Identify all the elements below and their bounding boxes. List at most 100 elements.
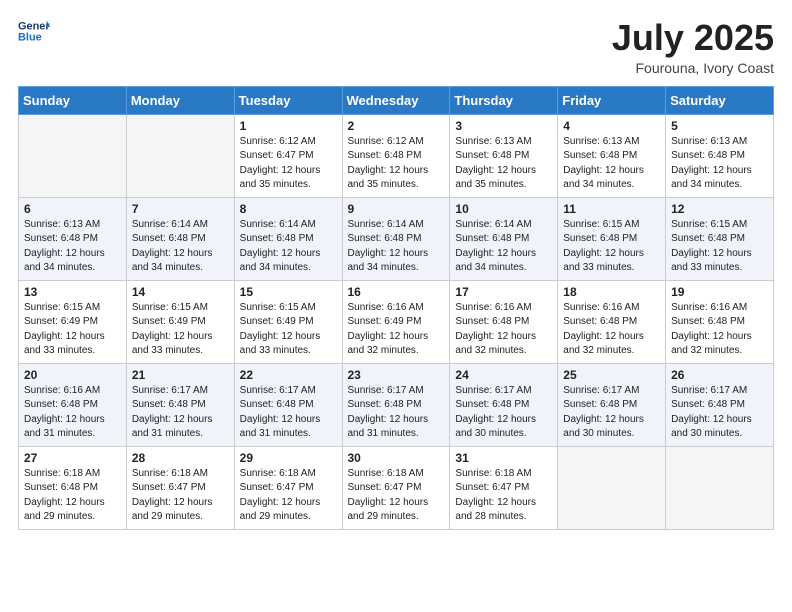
day-info: Sunrise: 6:14 AM Sunset: 6:48 PM Dayligh…: [348, 218, 445, 276]
day-number: 12: [671, 202, 768, 216]
day-info: Sunrise: 6:16 AM Sunset: 6:49 PM Dayligh…: [348, 301, 445, 359]
day-info: Sunrise: 6:14 AM Sunset: 6:48 PM Dayligh…: [240, 218, 337, 276]
day-number: 11: [563, 202, 660, 216]
day-number: 29: [240, 451, 337, 465]
day-info: Sunrise: 6:18 AM Sunset: 6:47 PM Dayligh…: [240, 467, 337, 525]
day-number: 15: [240, 285, 337, 299]
day-info: Sunrise: 6:16 AM Sunset: 6:48 PM Dayligh…: [24, 384, 121, 442]
day-info: Sunrise: 6:15 AM Sunset: 6:49 PM Dayligh…: [132, 301, 229, 359]
day-info: Sunrise: 6:15 AM Sunset: 6:49 PM Dayligh…: [240, 301, 337, 359]
day-info: Sunrise: 6:17 AM Sunset: 6:48 PM Dayligh…: [671, 384, 768, 442]
calendar-cell: 12Sunrise: 6:15 AM Sunset: 6:48 PM Dayli…: [666, 197, 774, 280]
day-number: 3: [455, 119, 552, 133]
day-info: Sunrise: 6:16 AM Sunset: 6:48 PM Dayligh…: [671, 301, 768, 359]
calendar-cell: 15 Sunrise: 6:15 AM Sunset: 6:49 PM Dayli…: [234, 280, 342, 363]
day-number: 18: [563, 285, 660, 299]
calendar-cell: 17 Sunrise: 6:16 AM Sunset: 6:48 PM Dayli…: [450, 280, 558, 363]
weekday-header-tuesday: Tuesday: [234, 86, 342, 114]
day-info: Sunrise: 6:14 AM Sunset: 6:48 PM Dayligh…: [455, 218, 552, 276]
day-number: 8: [240, 202, 337, 216]
day-number: 14: [132, 285, 229, 299]
calendar-cell: [126, 114, 234, 197]
day-number: 30: [348, 451, 445, 465]
day-number: 10: [455, 202, 552, 216]
day-number: 28: [132, 451, 229, 465]
calendar-cell: 6 Sunrise: 6:13 AM Sunset: 6:48 PM Daylig…: [19, 197, 127, 280]
day-number: 19: [671, 285, 768, 299]
logo-icon: General Blue: [18, 18, 50, 46]
calendar-cell: 8 Sunrise: 6:14 AM Sunset: 6:48 PM Daylig…: [234, 197, 342, 280]
location: Fourouna, Ivory Coast: [612, 60, 774, 76]
calendar-cell: 31 Sunrise: 6:18 AM Sunset: 6:47 PM Dayli…: [450, 446, 558, 529]
svg-text:Blue: Blue: [18, 31, 42, 43]
day-number: 6: [24, 202, 121, 216]
calendar-cell: 7 Sunrise: 6:14 AM Sunset: 6:48 PM Daylig…: [126, 197, 234, 280]
calendar-cell: [19, 114, 127, 197]
weekday-header-thursday: Thursday: [450, 86, 558, 114]
calendar-cell: 27 Sunrise: 6:18 AM Sunset: 6:48 PM Dayli…: [19, 446, 127, 529]
calendar-cell: 18Sunrise: 6:16 AM Sunset: 6:48 PM Dayli…: [558, 280, 666, 363]
calendar-cell: 23 Sunrise: 6:17 AM Sunset: 6:48 PM Dayli…: [342, 363, 450, 446]
day-info: Sunrise: 6:18 AM Sunset: 6:47 PM Dayligh…: [455, 467, 552, 525]
day-info: Sunrise: 6:12 AM Sunset: 6:48 PM Dayligh…: [348, 135, 445, 193]
day-number: 16: [348, 285, 445, 299]
day-number: 27: [24, 451, 121, 465]
day-number: 2: [348, 119, 445, 133]
calendar-cell: 4 Sunrise: 6:13 AM Sunset: 6:48 PM Daylig…: [558, 114, 666, 197]
title-block: July 2025 Fourouna, Ivory Coast: [612, 18, 774, 76]
day-number: 24: [455, 368, 552, 382]
day-info: Sunrise: 6:18 AM Sunset: 6:47 PM Dayligh…: [132, 467, 229, 525]
calendar-cell: 30 Sunrise: 6:18 AM Sunset: 6:47 PM Dayli…: [342, 446, 450, 529]
calendar-cell: 10 Sunrise: 6:14 AM Sunset: 6:48 PM Dayli…: [450, 197, 558, 280]
calendar-cell: 21Sunrise: 6:17 AM Sunset: 6:48 PM Dayli…: [126, 363, 234, 446]
calendar-cell: 19 Sunrise: 6:16 AM Sunset: 6:48 PM Dayli…: [666, 280, 774, 363]
calendar-cell: 24 Sunrise: 6:17 AM Sunset: 6:48 PM Dayli…: [450, 363, 558, 446]
calendar-cell: 2 Sunrise: 6:12 AM Sunset: 6:48 PM Daylig…: [342, 114, 450, 197]
day-info: Sunrise: 6:17 AM Sunset: 6:48 PM Dayligh…: [348, 384, 445, 442]
day-number: 17: [455, 285, 552, 299]
day-info: Sunrise: 6:17 AM Sunset: 6:48 PM Dayligh…: [455, 384, 552, 442]
calendar-cell: [666, 446, 774, 529]
day-number: 25: [563, 368, 660, 382]
calendar-cell: 26 Sunrise: 6:17 AM Sunset: 6:48 PM Dayli…: [666, 363, 774, 446]
day-info: Sunrise: 6:17 AM Sunset: 6:48 PM Dayligh…: [563, 384, 660, 442]
calendar-cell: [558, 446, 666, 529]
calendar: SundayMondayTuesdayWednesdayThursdayFrid…: [18, 86, 774, 530]
day-number: 21: [132, 368, 229, 382]
weekday-header-sunday: Sunday: [19, 86, 127, 114]
calendar-cell: 5 Sunrise: 6:13 AM Sunset: 6:48 PM Daylig…: [666, 114, 774, 197]
day-number: 22: [240, 368, 337, 382]
day-info: Sunrise: 6:18 AM Sunset: 6:47 PM Dayligh…: [348, 467, 445, 525]
month-title: July 2025: [612, 18, 774, 58]
day-info: Sunrise: 6:18 AM Sunset: 6:48 PM Dayligh…: [24, 467, 121, 525]
calendar-cell: 1 Sunrise: 6:12 AM Sunset: 6:47 PM Daylig…: [234, 114, 342, 197]
day-number: 1: [240, 119, 337, 133]
weekday-header-saturday: Saturday: [666, 86, 774, 114]
day-info: Sunrise: 6:14 AM Sunset: 6:48 PM Dayligh…: [132, 218, 229, 276]
day-number: 20: [24, 368, 121, 382]
day-number: 31: [455, 451, 552, 465]
weekday-header-wednesday: Wednesday: [342, 86, 450, 114]
day-info: Sunrise: 6:13 AM Sunset: 6:48 PM Dayligh…: [671, 135, 768, 193]
day-number: 5: [671, 119, 768, 133]
day-number: 7: [132, 202, 229, 216]
day-info: Sunrise: 6:15 AM Sunset: 6:48 PM Dayligh…: [563, 218, 660, 276]
day-info: Sunrise: 6:13 AM Sunset: 6:48 PM Dayligh…: [455, 135, 552, 193]
day-info: Sunrise: 6:17 AM Sunset: 6:48 PM Dayligh…: [240, 384, 337, 442]
calendar-cell: 22 Sunrise: 6:17 AM Sunset: 6:48 PM Dayli…: [234, 363, 342, 446]
calendar-cell: 13Sunrise: 6:15 AM Sunset: 6:49 PM Dayli…: [19, 280, 127, 363]
day-info: Sunrise: 6:13 AM Sunset: 6:48 PM Dayligh…: [563, 135, 660, 193]
calendar-cell: 11 Sunrise: 6:15 AM Sunset: 6:48 PM Dayli…: [558, 197, 666, 280]
day-number: 23: [348, 368, 445, 382]
calendar-cell: 16 Sunrise: 6:16 AM Sunset: 6:49 PM Dayli…: [342, 280, 450, 363]
calendar-cell: 28 Sunrise: 6:18 AM Sunset: 6:47 PM Dayli…: [126, 446, 234, 529]
calendar-cell: 25 Sunrise: 6:17 AM Sunset: 6:48 PM Dayli…: [558, 363, 666, 446]
calendar-cell: 14 Sunrise: 6:15 AM Sunset: 6:49 PM Dayli…: [126, 280, 234, 363]
day-info: Sunrise: 6:12 AM Sunset: 6:47 PM Dayligh…: [240, 135, 337, 193]
day-info: Sunrise: 6:16 AM Sunset: 6:48 PM Dayligh…: [455, 301, 552, 359]
day-number: 4: [563, 119, 660, 133]
day-info: Sunrise: 6:15 AM Sunset: 6:49 PM Dayligh…: [24, 301, 121, 359]
day-info: Sunrise: 6:13 AM Sunset: 6:48 PM Dayligh…: [24, 218, 121, 276]
day-number: 26: [671, 368, 768, 382]
calendar-cell: 9Sunrise: 6:14 AM Sunset: 6:48 PM Daylig…: [342, 197, 450, 280]
